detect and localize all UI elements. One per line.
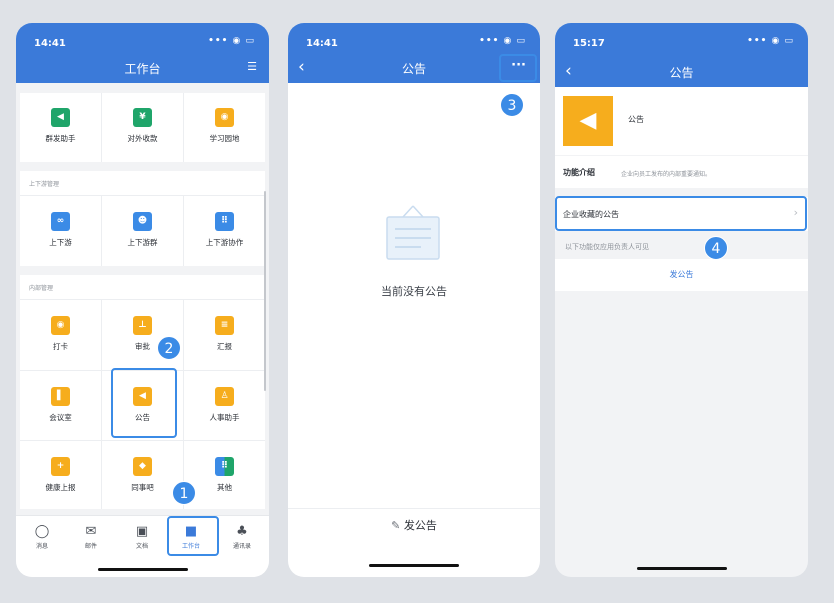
home-indicator xyxy=(636,567,727,570)
apps-grid-icon: ⠿ xyxy=(215,457,234,476)
highlight-box xyxy=(111,368,177,438)
page-title: 公告 xyxy=(669,66,694,80)
group-icon: ☻ xyxy=(133,212,152,231)
payment-icon: ¥ xyxy=(133,108,152,127)
app-updown-group[interactable]: ☻ 上下游群 xyxy=(102,197,183,264)
battery-wifi-icon: ••• ◉ ▭ xyxy=(747,36,794,46)
phone-announcement-app: 15:17 ••• ◉ ▭ ‹ 公告 ◀ 公告 功能介绍 企业向员工发布的内部重… xyxy=(555,23,808,577)
app-group-send[interactable]: ◀ 群发助手 xyxy=(20,93,101,160)
publish-row[interactable]: 发公告 xyxy=(555,259,808,291)
app-others[interactable]: ⠿ 其他 xyxy=(184,442,265,509)
document-icon: ▣ xyxy=(135,524,149,539)
health-icon: + xyxy=(51,457,70,476)
intro-label: 功能介绍 xyxy=(563,168,595,177)
grid-icon: ⠿ xyxy=(215,212,234,231)
app-updown[interactable]: ∞ 上下游 xyxy=(20,197,101,264)
section-title: 上下游管理 xyxy=(29,181,60,188)
scrollbar[interactable] xyxy=(264,191,266,391)
status-time: 14:41 xyxy=(306,38,338,49)
app-payment[interactable]: ¥ 对外收款 xyxy=(102,93,183,160)
page-title: 工作台 xyxy=(124,62,161,76)
admin-note: 以下功能仅应用负责人可见 xyxy=(565,243,649,251)
app-hr-assistant[interactable]: ♙ 人事助手 xyxy=(184,372,265,439)
highlight-box xyxy=(499,54,537,82)
section-title: 内部管理 xyxy=(29,285,54,292)
tab-contacts[interactable]: ♣ 通讯录 xyxy=(222,524,262,550)
tab-mail[interactable]: ✉ 邮件 xyxy=(71,524,111,550)
status-bar: 14:41 ••• ◉ ▭ xyxy=(16,23,269,53)
megaphone-icon: ◀ xyxy=(563,96,613,146)
link-icon: ∞ xyxy=(51,212,70,231)
quick-apps-card: ◀ 群发助手 ¥ 对外收款 ◉ 学习园地 xyxy=(20,93,265,162)
intro-text: 企业向员工发布的内部重要通知。 xyxy=(621,171,712,178)
app-report[interactable]: ≡ 汇报 xyxy=(184,301,265,368)
tab-bar: ◯ 消息 ✉ 邮件 ▣ 文档 ■ 工作台 ♣ 通讯录 xyxy=(16,515,269,577)
tab-messages[interactable]: ◯ 消息 xyxy=(22,524,62,550)
edit-icon: ✎ xyxy=(391,519,401,532)
home-indicator xyxy=(97,568,188,571)
app-header: ◀ 公告 xyxy=(555,87,808,155)
battery-wifi-icon: ••• ◉ ▭ xyxy=(208,36,255,46)
diamond-icon: ◆ xyxy=(133,457,152,476)
intro-row: 功能介绍 企业向员工发布的内部重要通知。 xyxy=(555,156,808,188)
app-colleagues[interactable]: ◆ 同事吧 xyxy=(102,442,183,509)
publish-announcement-button[interactable]: ✎ 发公告 xyxy=(288,517,540,543)
org-chart-icon: ♣ xyxy=(236,524,248,539)
planet-icon: ◉ xyxy=(215,108,234,127)
door-icon: ▌ xyxy=(51,387,70,406)
step-badge-3: 3 xyxy=(500,93,524,117)
status-time: 15:17 xyxy=(573,38,605,49)
empty-board-icon xyxy=(385,203,441,263)
battery-wifi-icon: ••• ◉ ▭ xyxy=(479,36,526,46)
location-icon: ◉ xyxy=(51,316,70,335)
stamp-icon: ⊥ xyxy=(133,316,152,335)
step-badge-1: 1 xyxy=(172,481,196,505)
phone-announcements: 14:41 ••• ◉ ▭ ‹ 公告 ··· 3 当前没有公告 ✎ 发公告 xyxy=(288,23,540,577)
app-updown-collab[interactable]: ⠿ 上下游协作 xyxy=(184,197,265,264)
app-meeting-room[interactable]: ▌ 会议室 xyxy=(20,372,101,439)
document-icon: ≡ xyxy=(215,316,234,335)
person-icon: ♙ xyxy=(215,387,234,406)
app-checkin[interactable]: ◉ 打卡 xyxy=(20,301,101,368)
tab-docs[interactable]: ▣ 文档 xyxy=(122,524,162,550)
megaphone-icon: ◀ xyxy=(51,108,70,127)
envelope-icon: ✉ xyxy=(85,524,97,539)
settings-filter-icon[interactable]: ☰ xyxy=(247,60,257,73)
phone-workbench: 14:41 ••• ◉ ▭ 工作台 ☰ ◀ 群发助手 ¥ 对外收款 ◉ 学习园地… xyxy=(16,23,269,577)
empty-state-text: 当前没有公告 xyxy=(381,285,447,298)
updown-card: 上下游管理 ∞ 上下游 ☻ 上下游群 ⠿ 上下游协作 xyxy=(20,171,265,266)
highlight-box xyxy=(555,196,807,231)
status-time: 14:41 xyxy=(34,38,66,49)
highlight-box xyxy=(167,516,219,556)
app-name: 公告 xyxy=(628,115,644,124)
home-indicator xyxy=(369,564,459,567)
app-learning[interactable]: ◉ 学习园地 xyxy=(184,93,265,160)
chat-bubble-icon: ◯ xyxy=(34,524,50,539)
app-health-report[interactable]: + 健康上报 xyxy=(20,442,101,509)
step-badge-2: 2 xyxy=(157,336,181,360)
step-badge-4: 4 xyxy=(704,236,728,260)
